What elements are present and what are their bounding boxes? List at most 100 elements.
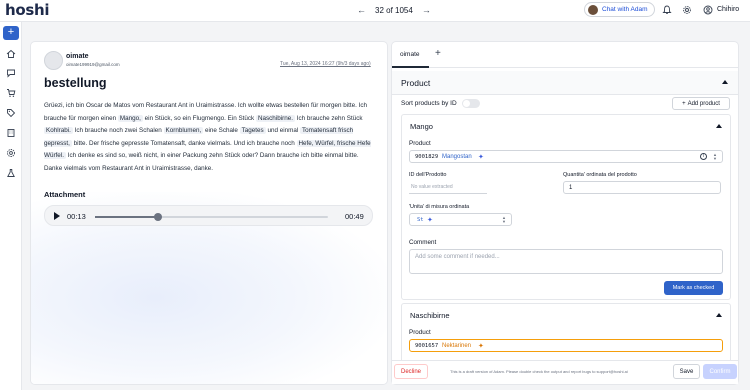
sort-toggle[interactable]	[462, 99, 480, 108]
chat-with-adam-button[interactable]: Chat with Adam	[584, 2, 655, 17]
body-text: ein Stück, so ein Flugmengo. Ein Stück	[144, 114, 255, 122]
audio-player: 00:13 00:49	[44, 205, 373, 226]
chevron-up-icon[interactable]	[722, 80, 728, 84]
user-name[interactable]: Chihiro	[717, 6, 739, 13]
chevron-updown-icon: ▲ ▼	[713, 152, 717, 161]
info-icon[interactable]: i	[700, 153, 707, 160]
product-name: Nektarinen	[442, 343, 472, 349]
action-footer: Decline This is a draft version of Adam.…	[392, 360, 738, 384]
unit-select[interactable]: St ✦ ▲ ▼	[409, 213, 512, 226]
product-section-header[interactable]: Product	[392, 71, 738, 95]
sparkle-icon: ✦	[478, 343, 484, 350]
product-select[interactable]: 9001657 Nektarinen ✦	[409, 339, 723, 352]
quantity-value: 1	[569, 185, 573, 191]
add-tab-icon[interactable]: +	[435, 48, 441, 59]
mark-as-checked-button[interactable]: Mark as checked	[664, 281, 723, 295]
product-select[interactable]: 9001829 Mangostan ✦ i ▲ ▼	[409, 150, 723, 163]
sender-name: oimate	[66, 53, 89, 60]
tab-oimate[interactable]: oimate	[400, 51, 420, 58]
audio-seek-handle[interactable]	[153, 213, 162, 221]
chat-icon[interactable]	[6, 68, 16, 78]
sidebar: +	[0, 22, 22, 390]
chat-label: Chat with Adam	[602, 6, 648, 13]
highlighted-product[interactable]: Kornblumen,	[163, 127, 204, 134]
product-card: Naschibirne Product 9001657 Nektarinen ✦	[401, 303, 731, 363]
id-field[interactable]: No value extracted	[409, 181, 487, 194]
plus-icon: +	[682, 100, 686, 107]
plus-icon[interactable]: +	[3, 26, 19, 40]
add-product-button[interactable]: + Add product	[672, 97, 730, 110]
avatar	[44, 51, 63, 70]
body-text: eine Schale	[204, 127, 238, 134]
product-name: Mangostan	[442, 154, 472, 160]
cart-icon[interactable]	[6, 88, 16, 98]
comment-field[interactable]: Add some comment if needed...	[409, 249, 723, 274]
sparkle-icon: ✦	[427, 217, 433, 224]
highlighted-product[interactable]: Tagetes	[239, 127, 266, 134]
product-label: Product	[409, 329, 431, 336]
product-code: 9001829	[415, 154, 439, 160]
sender-email: oimate199919@gmail.com	[66, 62, 120, 67]
chevron-updown-icon: ▲ ▼	[502, 215, 506, 224]
audio-total-time: 00:49	[345, 212, 364, 221]
body-text: Ich brauche zehn Stück	[296, 114, 363, 122]
comment-placeholder: Add some comment if needed...	[415, 254, 500, 260]
extraction-panel: oimate + Product Sort products by ID + A…	[392, 42, 738, 384]
product-code: 9001657	[415, 343, 439, 349]
bell-icon[interactable]	[661, 4, 673, 16]
home-icon[interactable]	[6, 49, 16, 59]
sparkle-icon: ✦	[478, 154, 484, 161]
body-text: Ich denke es sind so, weiß nicht, in ein…	[44, 152, 359, 172]
add-product-label: Add product	[687, 100, 720, 107]
unit-label: 'Unita' di misura ordinata	[409, 204, 470, 210]
adam-avatar	[588, 4, 598, 15]
sort-label: Sort products by ID	[401, 100, 457, 107]
play-icon[interactable]	[54, 212, 60, 220]
comment-label: Comment	[409, 239, 437, 246]
highlighted-product[interactable]: Mango,	[117, 114, 143, 122]
message-subject: bestellung	[44, 76, 107, 90]
pager: ← 32 of 1054 →	[357, 5, 431, 15]
product-card: Mango Product 9001829 Mangostan ✦ i ▲ ▼ I…	[401, 114, 731, 300]
app-logo[interactable]: hoshi	[5, 1, 50, 19]
product-card-title: Naschibirne	[410, 311, 450, 320]
quantity-field[interactable]: 1	[563, 181, 721, 194]
user-circle-icon[interactable]	[702, 4, 714, 16]
body-text: Ich brauche noch zwei Schalen	[74, 127, 162, 134]
product-card-title: Mango	[410, 122, 433, 131]
audio-seek-bar[interactable]	[95, 213, 328, 221]
quantity-label: Quantita' ordinata del prodotto	[563, 172, 637, 178]
message-body: Grüezi, ich bin Oscar de Matos vom Resta…	[44, 100, 378, 175]
product-label: Product	[409, 140, 431, 147]
chevron-up-icon[interactable]	[716, 124, 722, 128]
audio-progress-fill	[95, 216, 158, 218]
message-date[interactable]: Tue, Aug 13, 2024 16:27 (9h/3 days ago)	[280, 61, 371, 67]
arrow-right-icon[interactable]: →	[422, 5, 431, 15]
tag-icon[interactable]	[6, 108, 16, 118]
id-placeholder: No value extracted	[411, 184, 453, 190]
gear-icon[interactable]	[681, 4, 693, 16]
building-icon[interactable]	[6, 128, 16, 138]
arrow-left-icon[interactable]: ←	[357, 5, 366, 15]
flask-icon[interactable]	[6, 168, 16, 178]
pager-label: 32 of 1054	[375, 5, 413, 15]
attachment-label: Attachment	[44, 190, 86, 199]
top-bar: hoshi ← 32 of 1054 → Chat with Adam Chih…	[0, 0, 750, 22]
section-title: Product	[401, 78, 431, 88]
draft-notice: This is a draft version of Adam. Please …	[450, 369, 628, 374]
settings-icon[interactable]	[6, 148, 16, 158]
body-text: und einmal	[267, 127, 299, 134]
confirm-button[interactable]: Confirm	[703, 364, 737, 379]
highlighted-product[interactable]: Naschibirne.	[255, 114, 295, 122]
decline-button[interactable]: Decline	[394, 364, 428, 379]
highlighted-product[interactable]: Kohlrabi.	[44, 127, 73, 134]
unit-value: St	[417, 217, 424, 223]
id-label: ID dell'Prodotto	[409, 172, 447, 178]
body-text: bitte. Der frische gepresste Tomatensaft…	[73, 139, 295, 147]
audio-current-time: 00:13	[67, 212, 86, 221]
active-tab-indicator	[392, 66, 429, 68]
tab-bar: oimate +	[392, 42, 738, 68]
chevron-up-icon[interactable]	[716, 313, 722, 317]
message-panel: oimate oimate199919@gmail.com Tue, Aug 1…	[31, 42, 387, 384]
save-button[interactable]: Save	[673, 364, 700, 379]
